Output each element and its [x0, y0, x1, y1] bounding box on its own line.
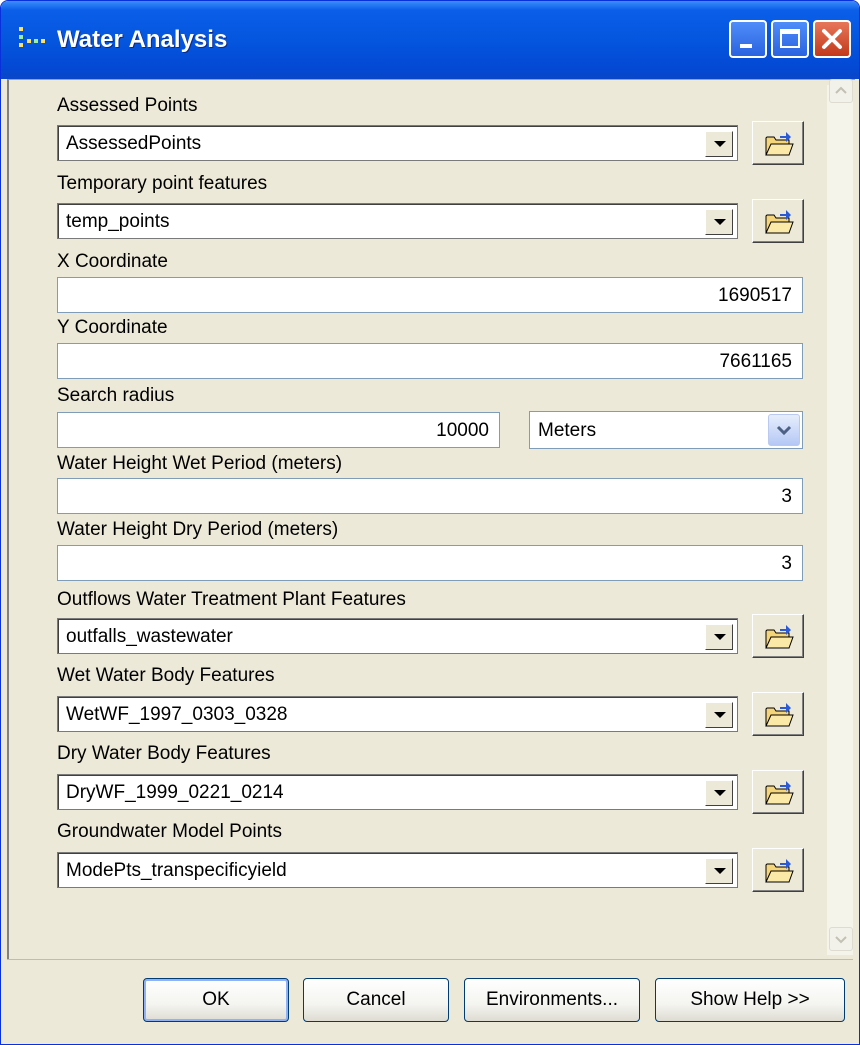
y-coordinate-value: 7661165: [719, 351, 792, 372]
search-radius-input[interactable]: 10000: [57, 412, 500, 448]
dropdown-arrow-icon[interactable]: [705, 209, 733, 235]
wet-water-body-value: WetWF_1997_0303_0328: [66, 704, 288, 725]
minimize-button[interactable]: [729, 20, 767, 58]
open-folder-icon: [765, 132, 794, 156]
groundwater-browse-button[interactable]: [752, 848, 804, 892]
water-analysis-dialog: Water Analysis Assessed Points AssessedP…: [0, 0, 860, 1045]
ok-button[interactable]: OK: [143, 978, 289, 1022]
open-folder-icon: [765, 781, 794, 805]
close-icon: [822, 29, 842, 49]
assessed-points-combo[interactable]: AssessedPoints: [57, 125, 738, 161]
wet-height-input[interactable]: 3: [57, 478, 803, 514]
temp-points-combo[interactable]: temp_points: [57, 203, 738, 239]
search-radius-units-value: Meters: [538, 420, 597, 441]
open-folder-icon: [765, 859, 794, 883]
dry-height-input[interactable]: 3: [57, 545, 803, 581]
temp-points-value: temp_points: [66, 211, 170, 232]
search-radius-label: Search radius: [57, 385, 175, 406]
chevron-down-icon: [835, 936, 847, 944]
outflows-value: outfalls_wastewater: [66, 626, 233, 647]
wet-water-body-combo[interactable]: WetWF_1997_0303_0328: [57, 696, 738, 732]
wet-height-label: Water Height Wet Period (meters): [57, 453, 343, 474]
dropdown-arrow-icon[interactable]: [705, 780, 733, 806]
assessed-points-value: AssessedPoints: [66, 133, 202, 154]
y-coordinate-input[interactable]: 7661165: [57, 343, 803, 379]
y-coordinate-label: Y Coordinate: [57, 317, 168, 338]
title-bar[interactable]: Water Analysis: [1, 1, 859, 79]
footer-divider: [7, 959, 853, 960]
dry-height-label: Water Height Dry Period (meters): [57, 519, 339, 540]
chevron-down-icon[interactable]: [768, 414, 800, 446]
open-folder-icon: [765, 210, 794, 234]
close-button[interactable]: [813, 20, 851, 58]
outflows-label: Outflows Water Treatment Plant Features: [57, 589, 406, 610]
wet-water-body-browse-button[interactable]: [752, 692, 804, 736]
maximize-button[interactable]: [771, 20, 809, 58]
dropdown-arrow-icon[interactable]: [705, 702, 733, 728]
temp-points-browse-button[interactable]: [752, 199, 804, 243]
assessed-points-label: Assessed Points: [57, 95, 198, 116]
x-coordinate-value: 1690517: [718, 285, 792, 306]
dry-water-body-browse-button[interactable]: [752, 770, 804, 814]
maximize-icon: [780, 29, 800, 48]
assessed-points-browse-button[interactable]: [752, 121, 804, 165]
groundwater-combo[interactable]: ModePts_transpecificyield: [57, 852, 738, 888]
x-coordinate-label: X Coordinate: [57, 251, 168, 272]
scroll-down-button[interactable]: [829, 927, 853, 951]
scroll-up-button[interactable]: [829, 79, 853, 103]
dropdown-arrow-icon[interactable]: [705, 624, 733, 650]
chevron-up-icon: [835, 86, 847, 94]
dropdown-arrow-icon[interactable]: [705, 131, 733, 157]
outflows-combo[interactable]: outfalls_wastewater: [57, 618, 738, 654]
dry-water-body-value: DryWF_1999_0221_0214: [66, 782, 284, 803]
vertical-scrollbar[interactable]: [827, 85, 853, 955]
groundwater-value: ModePts_transpecificyield: [66, 860, 287, 881]
dry-water-body-label: Dry Water Body Features: [57, 743, 271, 764]
dry-height-value: 3: [781, 553, 792, 574]
minimize-icon: [740, 44, 752, 48]
app-icon: [19, 27, 45, 51]
wet-water-body-label: Wet Water Body Features: [57, 665, 275, 686]
wet-height-value: 3: [781, 486, 792, 507]
open-folder-icon: [765, 625, 794, 649]
dry-water-body-combo[interactable]: DryWF_1999_0221_0214: [57, 774, 738, 810]
cancel-button[interactable]: Cancel: [303, 978, 449, 1022]
show-help-button[interactable]: Show Help >>: [655, 978, 845, 1022]
open-folder-icon: [765, 703, 794, 727]
window-title: Water Analysis: [57, 26, 228, 53]
groundwater-label: Groundwater Model Points: [57, 821, 282, 842]
outflows-browse-button[interactable]: [752, 614, 804, 658]
temp-points-label: Temporary point features: [57, 173, 268, 194]
environments-button[interactable]: Environments...: [464, 978, 640, 1022]
search-radius-value: 10000: [436, 420, 489, 441]
search-radius-units-select[interactable]: Meters: [529, 411, 803, 449]
dropdown-arrow-icon[interactable]: [705, 858, 733, 884]
x-coordinate-input[interactable]: 1690517: [57, 277, 803, 313]
